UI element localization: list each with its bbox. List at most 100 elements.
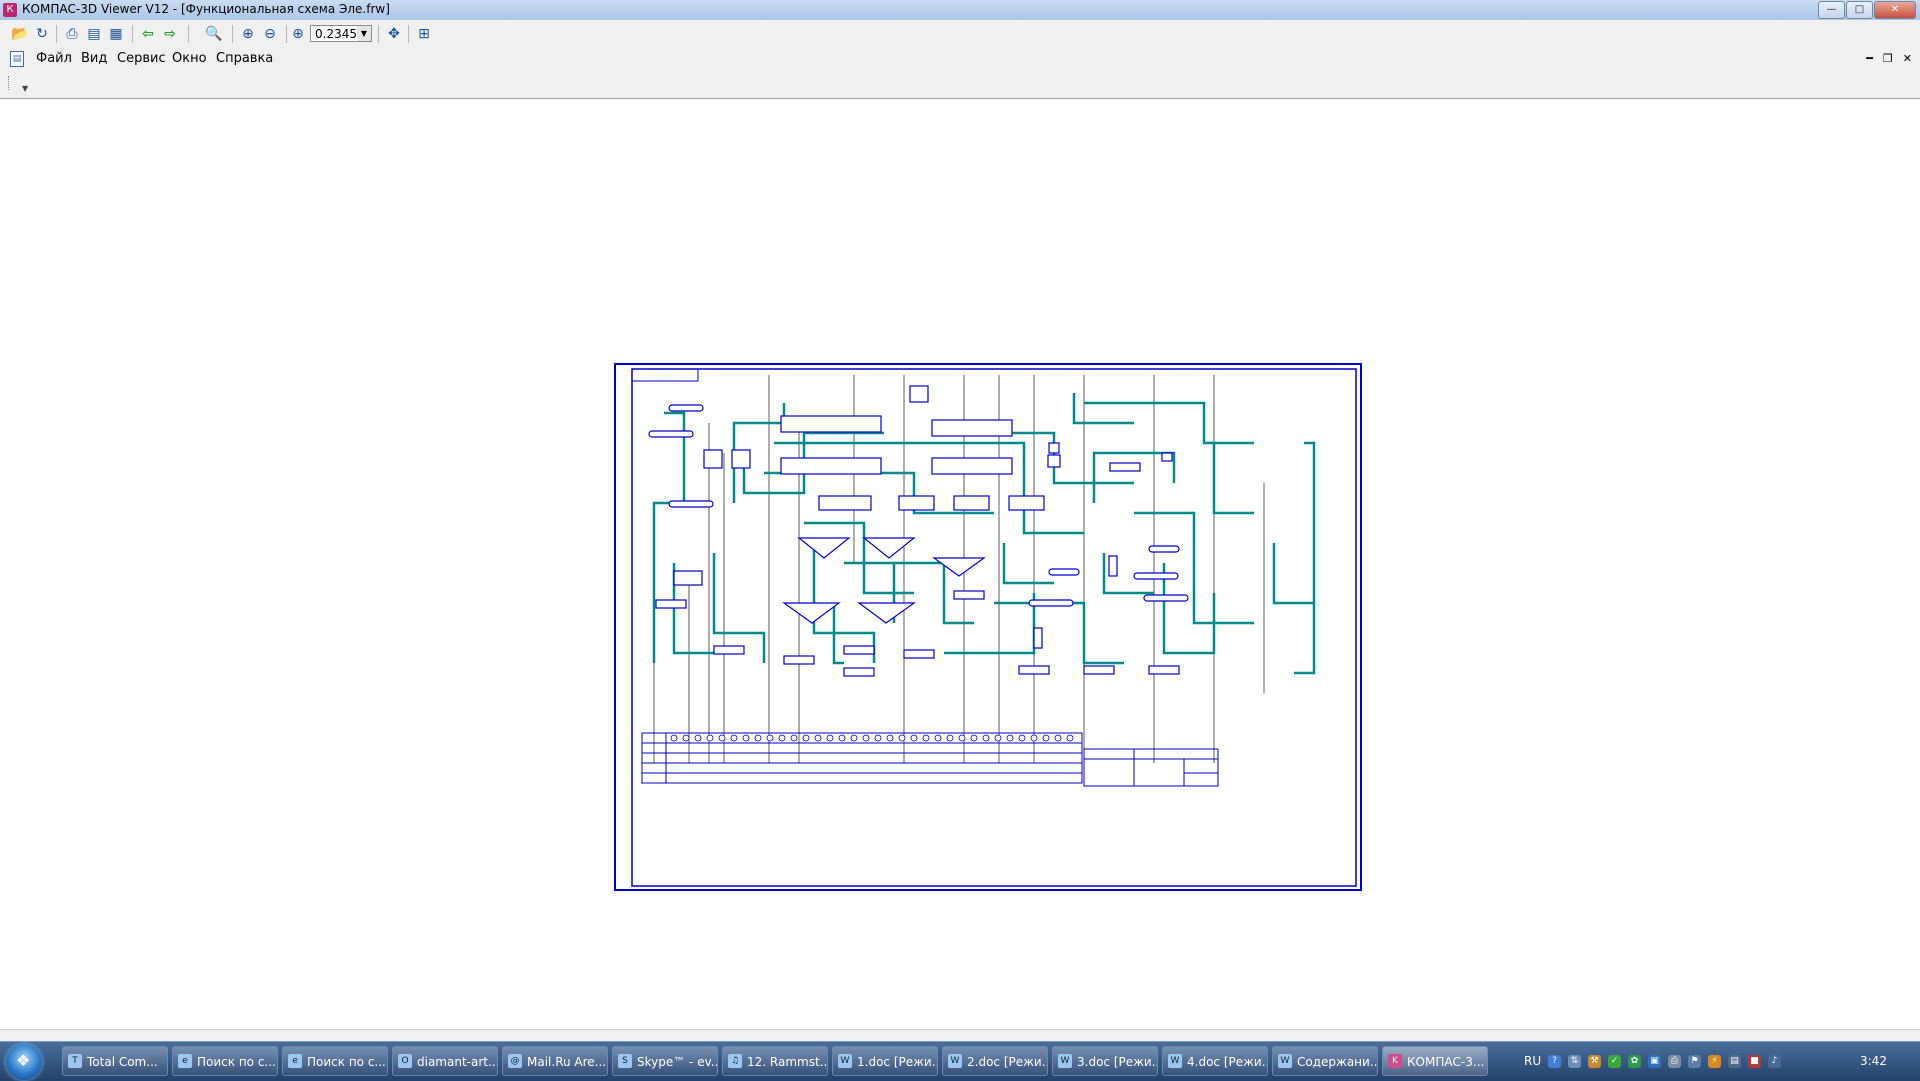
grinder-1: [818, 495, 872, 511]
power-icon[interactable]: ⚡: [1708, 1055, 1721, 1068]
tool-icon[interactable]: ⚒: [1588, 1055, 1601, 1068]
dryer-unit-4: [931, 457, 1013, 475]
conveyor-2: [648, 430, 694, 438]
document-icon[interactable]: ▤: [10, 51, 24, 67]
back-button[interactable]: ⇦: [138, 24, 158, 44]
zoom-out-icon: ⊖: [264, 26, 276, 42]
language-indicator[interactable]: RU: [1524, 1054, 1541, 1068]
menu-service[interactable]: Сервис: [117, 51, 166, 66]
filter-2: [1033, 627, 1043, 649]
print-button[interactable]: ⎙: [62, 24, 82, 44]
mdi-minimize-button[interactable]: ━: [1866, 52, 1873, 65]
zoom-in-icon: ⊕: [242, 26, 254, 42]
skype-icon: S: [618, 1054, 632, 1068]
maximize-button[interactable]: □: [1846, 1, 1873, 19]
refresh-view-button[interactable]: ⊞: [414, 24, 434, 44]
tank-1: [703, 449, 723, 469]
close-button[interactable]: ✕: [1874, 1, 1916, 19]
printer-icon[interactable]: ⎙: [1668, 1055, 1681, 1068]
mdi-close-button[interactable]: ✕: [1903, 52, 1912, 65]
menu-file[interactable]: Файл: [36, 51, 72, 66]
functional-scheme-drawing[interactable]: [614, 363, 1363, 892]
reload-button[interactable]: ↻: [32, 24, 52, 44]
minimize-button[interactable]: —: [1818, 1, 1845, 19]
menu-help[interactable]: Справка: [216, 51, 273, 66]
conveyor-5: [1133, 572, 1179, 580]
mdi-restore-button[interactable]: ❐: [1883, 52, 1893, 65]
taskbar-item[interactable]: W 2.doc [Режи...: [942, 1046, 1048, 1076]
zoom-out-button[interactable]: ⊖: [260, 24, 280, 44]
mail-icon: @: [508, 1054, 522, 1068]
pump-4: [843, 645, 875, 655]
taskbar-item[interactable]: Odiamant-art...: [392, 1046, 498, 1076]
taskbar-item[interactable]: S Skype™ - ev...: [612, 1046, 718, 1076]
winamp-icon: ♫: [728, 1054, 742, 1068]
conveyor-3: [668, 500, 714, 508]
print-icon: ⎙: [66, 26, 78, 42]
zoom-in-button[interactable]: ⊕: [238, 24, 258, 44]
icq-icon[interactable]: ✿: [1628, 1055, 1641, 1068]
drawing-workspace[interactable]: [0, 99, 1920, 1029]
clock[interactable]: 3:42: [1860, 1054, 1887, 1068]
toolbar-overflow-icon[interactable]: ▼: [22, 84, 28, 93]
zoom-dropdown-button[interactable]: ▼: [357, 26, 371, 41]
toolbar-separator: [56, 25, 57, 43]
export-button[interactable]: ▦: [106, 24, 126, 44]
maximize-icon: □: [1854, 4, 1865, 15]
tank-2: [731, 449, 751, 469]
windows-logo-icon: ❖: [16, 1051, 31, 1070]
taskbar-item[interactable]: e Поиск по с...: [172, 1046, 278, 1076]
toolbar-separator: [132, 25, 133, 43]
refresh-view-icon: ⊞: [418, 26, 430, 42]
taskbar-item[interactable]: ♫ 12. Rammst...: [722, 1046, 828, 1076]
check-icon[interactable]: ✓: [1608, 1055, 1621, 1068]
word-icon: W: [1168, 1054, 1182, 1068]
grinder-2: [898, 495, 935, 511]
taskbar-item[interactable]: W 1.doc [Режи...: [832, 1046, 938, 1076]
display-icon[interactable]: ▤: [1728, 1055, 1741, 1068]
valve-1: [1048, 442, 1060, 454]
taskbar-item[interactable]: T Total Com...: [62, 1046, 168, 1076]
taskbar-item[interactable]: W Содержани...: [1272, 1046, 1378, 1076]
dryer-unit-3: [931, 419, 1013, 437]
start-button[interactable]: ❖: [6, 1044, 42, 1080]
zoom-button[interactable]: 🔍: [204, 24, 224, 44]
toolbar-separator: [188, 25, 189, 43]
pump-1: [655, 599, 687, 609]
open-button[interactable]: 📂: [10, 24, 30, 44]
print-preview-icon: ▤: [87, 26, 101, 42]
menu-view[interactable]: Вид: [81, 51, 107, 66]
stop-icon[interactable]: ■: [1748, 1055, 1761, 1068]
zoom-scale-button[interactable]: ⊕: [288, 24, 308, 44]
word-icon: W: [948, 1054, 962, 1068]
flag-icon[interactable]: ⚑: [1688, 1055, 1701, 1068]
pan-button[interactable]: ✥: [384, 24, 404, 44]
network-icon[interactable]: ▣: [1648, 1055, 1661, 1068]
mixer-valve: [1047, 454, 1061, 468]
taskbar-item[interactable]: @ Mail.Ru Are...: [502, 1046, 608, 1076]
taskbar-item-active[interactable]: K КОМПАС-3...: [1382, 1046, 1488, 1076]
taskbar-item[interactable]: W 4.doc [Режи...: [1162, 1046, 1268, 1076]
tank-3: [909, 385, 929, 403]
reload-icon: ↻: [36, 26, 48, 42]
pump-6: [903, 649, 935, 659]
print-preview-button[interactable]: ▤: [84, 24, 104, 44]
sync-icon[interactable]: ⇅: [1568, 1055, 1581, 1068]
forward-button[interactable]: ⇨: [160, 24, 180, 44]
filter-1: [1108, 555, 1118, 577]
conveyor-6: [1143, 594, 1189, 602]
grinder-4: [1008, 495, 1045, 511]
help-icon[interactable]: ?: [1548, 1055, 1561, 1068]
taskbar-item[interactable]: e Поиск по с...: [282, 1046, 388, 1076]
menu-bar: ▤ Файл Вид Сервис Окно Справка ━ ❐ ✕: [0, 48, 1920, 70]
ie-icon: e: [178, 1054, 192, 1068]
conveyor-1: [668, 404, 704, 412]
menu-window[interactable]: Окно: [172, 51, 207, 66]
pump-8: [1018, 665, 1050, 675]
toolbar-grip[interactable]: [8, 76, 12, 90]
grinder-3: [953, 495, 990, 511]
taskbar-item[interactable]: W 3.doc [Режи...: [1052, 1046, 1158, 1076]
volume-icon[interactable]: ♪: [1768, 1055, 1781, 1068]
ie-icon: e: [288, 1054, 302, 1068]
zoom-icon: 🔍: [205, 26, 223, 42]
